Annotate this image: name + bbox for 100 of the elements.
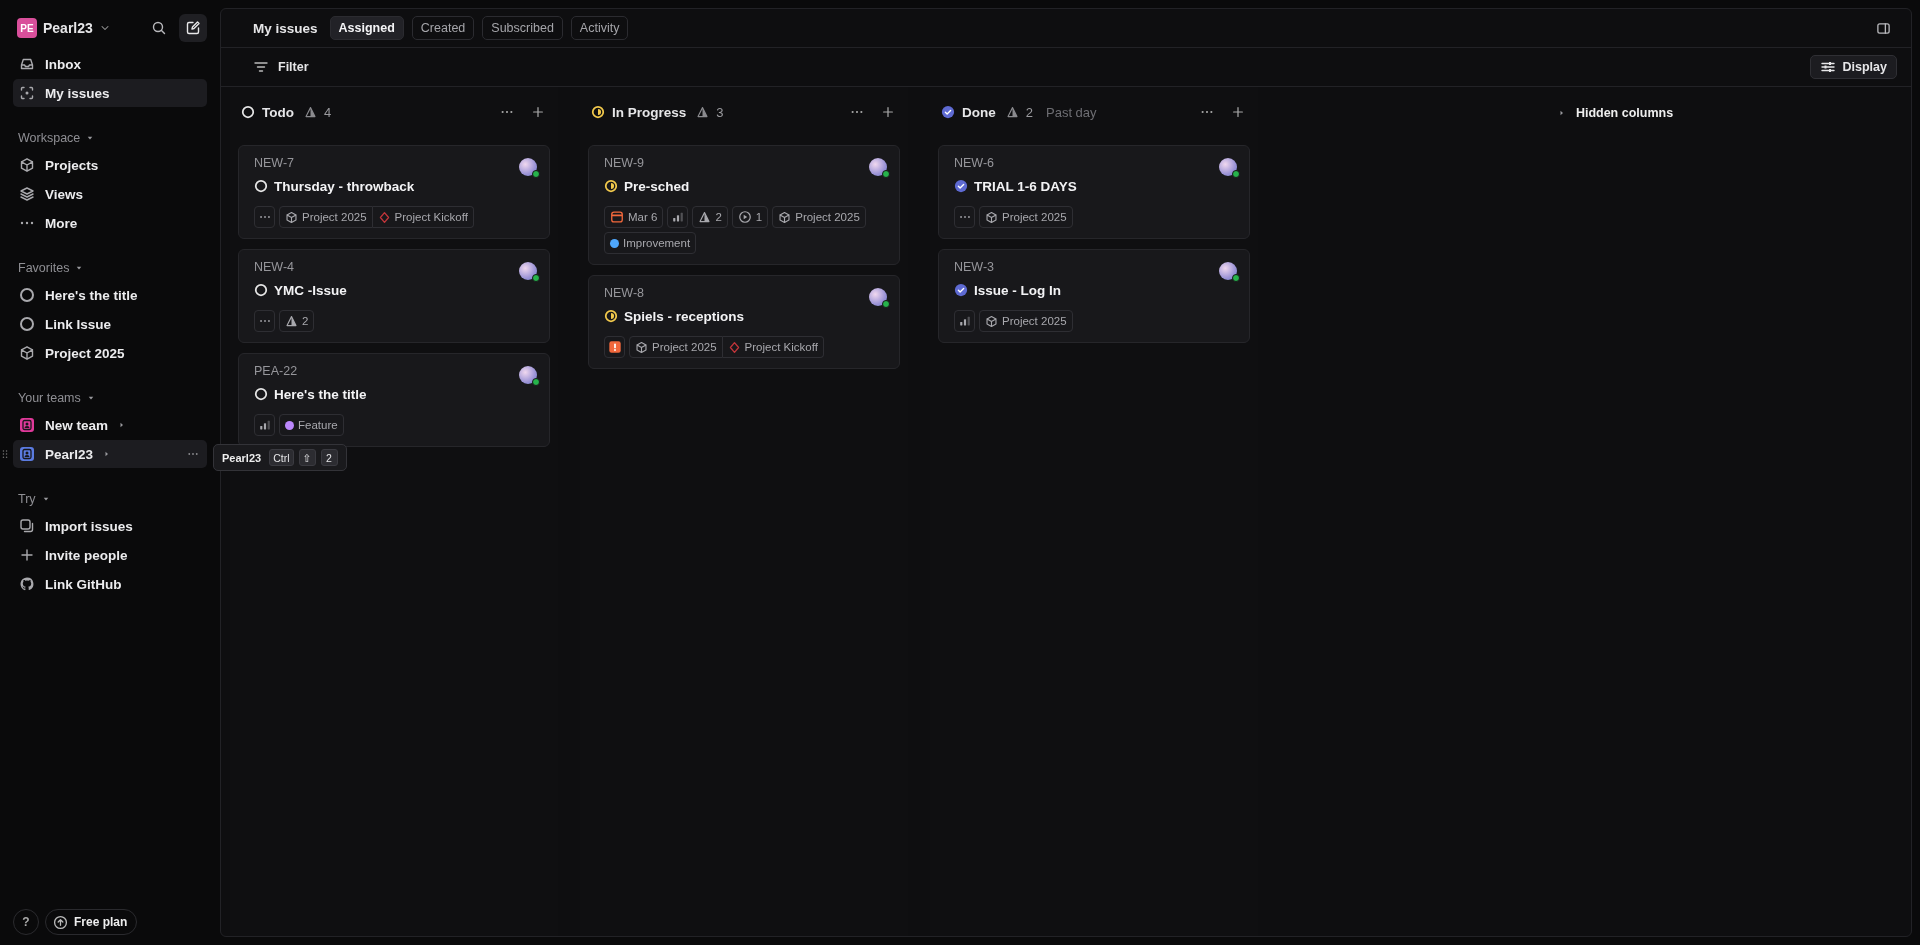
in-progress-status-icon [604, 309, 618, 323]
project-chip[interactable]: Project 2025 [772, 206, 866, 228]
online-dot [1232, 170, 1240, 178]
project-chip[interactable]: Project 2025 [279, 206, 373, 228]
cycle-chip[interactable]: 1 [731, 206, 769, 228]
tab[interactable]: Activity [570, 16, 629, 40]
issue-title: Here's the title [274, 386, 367, 402]
issue-card[interactable]: NEW-4 YMC -Issue 2 [238, 249, 550, 343]
tab[interactable]: Assigned [329, 16, 404, 40]
estimate-icon [285, 314, 298, 328]
issue-card[interactable]: PEA-22 Here's the title Feature [238, 353, 550, 447]
sidebar-item[interactable]: Link GitHub [13, 570, 207, 598]
compose-icon [185, 20, 201, 36]
todo-status-icon [254, 387, 268, 401]
priority-chip[interactable] [667, 206, 689, 228]
no-priority-chip[interactable] [254, 310, 275, 332]
issue-card[interactable]: NEW-6 TRIAL 1-6 DAYS Project 2025 [938, 145, 1250, 239]
cube-icon [778, 210, 792, 224]
signal-bars-icon [670, 210, 685, 224]
sidebar-item[interactable]: More [13, 209, 207, 237]
sidebar-item[interactable]: Import issues [13, 512, 207, 540]
display-button[interactable]: Display [1809, 55, 1897, 79]
column-count: 4 [324, 104, 332, 120]
label-chip[interactable]: Improvement [604, 232, 697, 254]
online-dot [532, 274, 540, 282]
issue-card[interactable]: NEW-7 Thursday - throwback Project 2025 Project Kickoff [238, 145, 550, 239]
todo-status-icon [254, 283, 268, 297]
sliders-icon [1819, 59, 1836, 75]
label-chip[interactable]: Feature [279, 414, 344, 436]
due-date-chip[interactable]: Mar 6 [604, 206, 664, 228]
play-circle-icon [737, 210, 752, 224]
filter-icon [253, 59, 269, 75]
caret-down-icon [86, 394, 95, 402]
sidebar-item[interactable]: New team [13, 411, 207, 439]
tab[interactable]: Subscribed [482, 16, 563, 40]
sidebar-item[interactable]: Project 2025 [13, 339, 207, 367]
online-dot [532, 378, 540, 386]
estimate-chip[interactable]: 2 [692, 206, 728, 228]
plus-icon [531, 105, 545, 119]
project-chip[interactable]: Project 2025 [629, 336, 723, 358]
online-dot [1232, 274, 1240, 282]
page-title: My issues [253, 20, 318, 36]
estimate-icon [696, 105, 710, 119]
project-chip[interactable]: Project 2025 [979, 206, 1073, 228]
workspace-switcher[interactable]: PE Pearl23 [13, 16, 113, 40]
inbox-icon [19, 56, 35, 72]
workspace-name: Pearl23 [43, 20, 93, 36]
issue-id: NEW-4 [254, 260, 295, 274]
key-cap: 2 [320, 449, 338, 466]
section-header[interactable]: Your teams [13, 386, 207, 410]
sidebar-item[interactable]: My issues [13, 79, 207, 107]
drag-handle-icon[interactable] [0, 448, 10, 460]
issue-card[interactable]: NEW-3 Issue - Log In Project 2025 [938, 249, 1250, 343]
tab[interactable]: Created [411, 16, 475, 40]
column-count: 2 [1025, 104, 1033, 120]
issue-card[interactable]: NEW-8 Spiels - receptions Project 2025 Project Kickoff [588, 275, 900, 369]
new-issue-button[interactable] [179, 14, 207, 42]
plus-icon [1231, 105, 1245, 119]
issue-id: NEW-9 [604, 156, 645, 170]
section-header[interactable]: Try [13, 487, 207, 511]
cube-icon [985, 314, 998, 328]
no-priority-chip[interactable] [254, 206, 275, 228]
issue-card[interactable]: NEW-9 Pre-sched Mar 6 2 1 Project 2025 Improvement [588, 145, 900, 265]
project-chip[interactable]: Project 2025 [979, 310, 1073, 332]
calendar-icon [610, 210, 624, 224]
section-header[interactable]: Workspace [13, 126, 207, 150]
github-icon [19, 576, 35, 592]
priority-chip[interactable] [954, 310, 975, 332]
online-dot [532, 170, 540, 178]
sidebar-item[interactable]: Projects [13, 151, 207, 179]
cube-icon [285, 210, 298, 224]
cube-icon [19, 345, 35, 361]
estimate-chip[interactable]: 2 [279, 310, 315, 332]
estimate-icon [304, 105, 317, 119]
no-priority-chip[interactable] [954, 206, 975, 228]
cube-icon [19, 157, 35, 173]
circle-icon [19, 316, 35, 332]
todo-status-icon [241, 105, 255, 119]
issue-title: Issue - Log In [974, 282, 1061, 298]
milestone-chip[interactable]: Project Kickoff [372, 206, 474, 228]
section-header[interactable]: Favorites [13, 256, 207, 280]
hidden-columns-toggle[interactable]: Hidden columns [1557, 101, 1674, 125]
estimate-icon [698, 210, 712, 224]
urgent-priority-chip[interactable] [604, 336, 625, 358]
issue-title: YMC -Issue [274, 282, 347, 298]
online-dot [882, 170, 890, 178]
sidebar-item[interactable]: Inbox [13, 50, 207, 78]
sidebar-item[interactable]: Views [13, 180, 207, 208]
sidebar-panel-icon [1875, 20, 1891, 36]
priority-chip[interactable] [254, 414, 275, 436]
layers-icon [19, 186, 35, 202]
sidebar-item[interactable]: Here's the title [13, 281, 207, 309]
issue-title: Pre-sched [624, 178, 690, 194]
focus-icon [19, 85, 35, 101]
column-title: Todo [262, 104, 294, 120]
milestone-chip[interactable]: Project Kickoff [722, 336, 824, 358]
issue-id: NEW-7 [254, 156, 295, 170]
sidebar-item[interactable]: Invite people [13, 541, 207, 569]
filter-button[interactable]: Filter [253, 59, 309, 75]
sidebar-item[interactable]: Link Issue [13, 310, 207, 338]
